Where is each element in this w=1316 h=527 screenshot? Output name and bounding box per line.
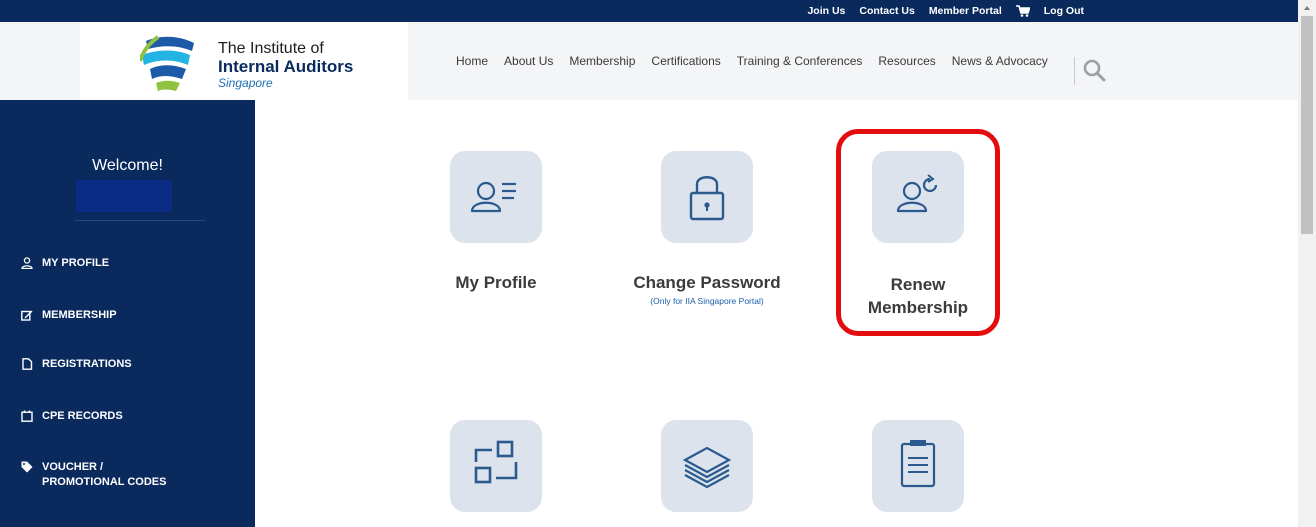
nav-divider xyxy=(1074,57,1075,85)
scrollbar-thumb[interactable] xyxy=(1301,16,1313,234)
sidebar-item-label: MY PROFILE xyxy=(42,257,110,269)
nav-home[interactable]: Home xyxy=(456,54,488,68)
main-navigation: Home About Us Membership Certifications … xyxy=(456,22,1064,100)
top-utility-bar: Join Us Contact Us Member Portal Log Out xyxy=(0,0,1298,22)
sidebar-item-my-profile[interactable]: MY PROFILE xyxy=(21,257,109,269)
welcome-text: Welcome! xyxy=(92,157,163,174)
sidebar-item-label: MEMBERSHIP xyxy=(42,309,117,321)
layers-tile[interactable] xyxy=(661,420,753,512)
clipboard-icon xyxy=(900,440,936,488)
sidebar-item-label: CPE RECORDS xyxy=(42,410,123,422)
sidebar-item-label: REGISTRATIONS xyxy=(42,358,132,370)
sidebar-item-voucher[interactable]: VOUCHER / PROMOTIONAL CODES xyxy=(21,460,166,490)
squares-tile[interactable] xyxy=(450,420,542,512)
logo-line-3: Singapore xyxy=(218,76,273,90)
nav-training-conferences[interactable]: Training & Conferences xyxy=(737,54,863,68)
change-password-tile[interactable] xyxy=(661,151,753,243)
logo-line-1: The Institute of xyxy=(218,40,324,57)
clipboard-tile[interactable] xyxy=(872,420,964,512)
voucher-label-line-1: VOUCHER / xyxy=(42,461,104,473)
highlight-box xyxy=(836,129,1000,336)
username-redacted xyxy=(76,180,172,212)
nav-resources[interactable]: Resources xyxy=(878,54,935,68)
nav-about-us[interactable]: About Us xyxy=(504,54,553,68)
sidebar-divider xyxy=(75,220,205,221)
my-profile-label[interactable]: My Profile xyxy=(436,273,556,293)
scroll-up-arrow-icon[interactable] xyxy=(1298,0,1316,16)
nav-news-advocacy[interactable]: News & Advocacy xyxy=(952,54,1048,68)
globe-logo-icon xyxy=(140,35,194,91)
scrollbar[interactable] xyxy=(1298,0,1316,527)
sidebar: Welcome! MY PROFILE MEMBERSHIP REGISTRAT… xyxy=(0,100,255,527)
sidebar-item-label: VOUCHER / PROMOTIONAL CODES xyxy=(42,460,166,490)
nav-certifications[interactable]: Certifications xyxy=(651,54,720,68)
profile-list-icon xyxy=(470,181,516,213)
user-icon xyxy=(21,257,33,269)
squares-icon xyxy=(474,440,518,484)
sidebar-item-membership[interactable]: MEMBERSHIP xyxy=(21,309,117,321)
logo[interactable]: The Institute of Internal Auditors Singa… xyxy=(80,22,408,100)
log-out-link[interactable]: Log Out xyxy=(1044,5,1084,17)
nav-membership[interactable]: Membership xyxy=(569,54,635,68)
tag-icon xyxy=(21,461,33,473)
logo-line-2: Internal Auditors xyxy=(218,57,354,76)
layers-icon xyxy=(682,446,732,489)
change-password-note: (Only for IIA Singapore Portal) xyxy=(650,296,764,306)
lock-icon xyxy=(689,176,725,221)
search-icon[interactable] xyxy=(1082,58,1106,82)
calendar-icon xyxy=(21,410,33,422)
document-icon xyxy=(22,358,33,370)
contact-us-link[interactable]: Contact Us xyxy=(859,5,914,17)
member-portal-link[interactable]: Member Portal xyxy=(929,5,1002,17)
cart-icon[interactable] xyxy=(1015,5,1030,17)
sidebar-item-cpe-records[interactable]: CPE RECORDS xyxy=(21,410,123,422)
my-profile-tile[interactable] xyxy=(450,151,542,243)
voucher-label-line-2: PROMOTIONAL CODES xyxy=(42,476,167,488)
sidebar-item-registrations[interactable]: REGISTRATIONS xyxy=(21,358,132,370)
edit-icon xyxy=(21,310,33,321)
join-us-link[interactable]: Join Us xyxy=(807,5,845,17)
change-password-label[interactable]: Change Password xyxy=(612,273,802,293)
utility-links: Join Us Contact Us Member Portal Log Out xyxy=(807,0,1084,22)
logo-text: The Institute of Internal Auditors Singa… xyxy=(218,40,353,90)
